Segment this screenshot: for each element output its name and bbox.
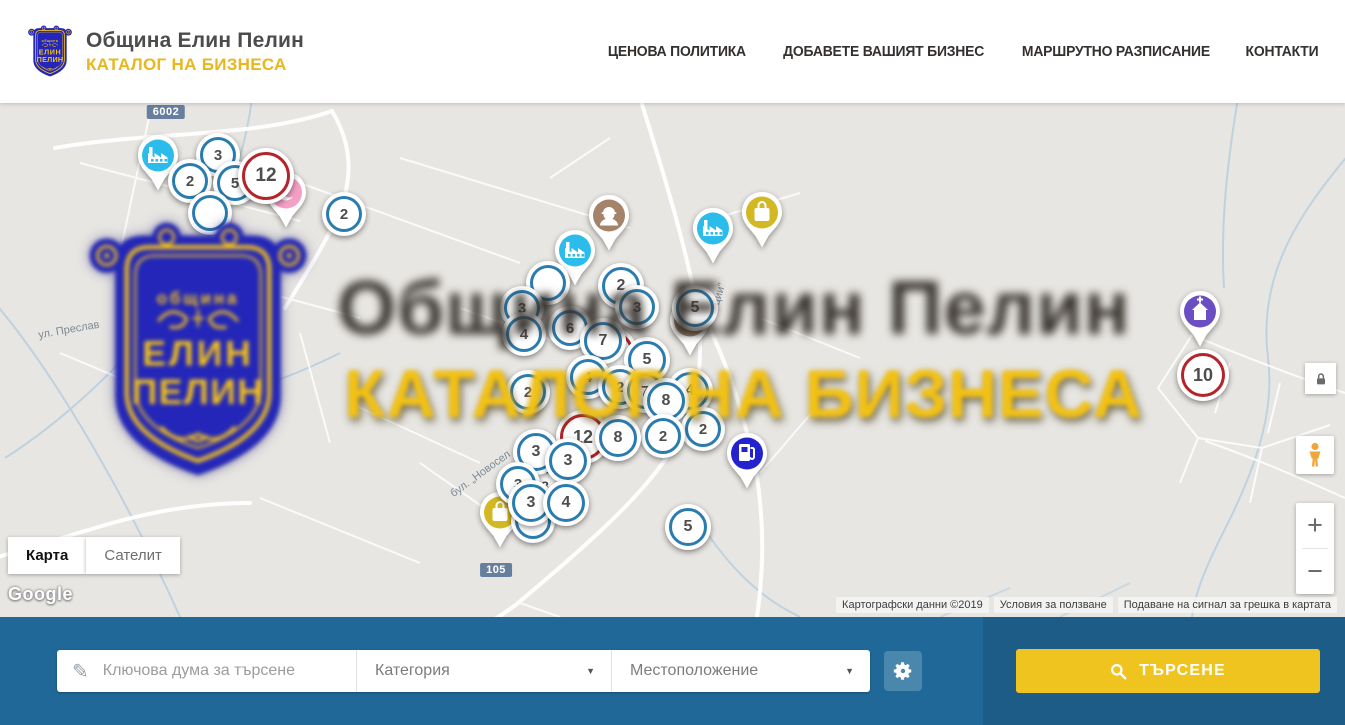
zoom-in-button[interactable]: +: [1296, 503, 1334, 548]
main-nav: ЦЕНОВА ПОЛИТИКА ДОБАВЕТЕ ВАШИЯТ БИЗНЕС МАР…: [605, 44, 1320, 60]
lock-icon: [1313, 371, 1329, 387]
search-fields: ✎ Категория ▼ Местоположение ▼: [57, 650, 870, 692]
keyword-input[interactable]: [101, 661, 345, 681]
category-select-label: Категория: [375, 662, 450, 680]
location-select[interactable]: Местоположение ▼: [612, 650, 870, 692]
nav-item[interactable]: ДОБАВЕТЕ ВАШИЯТ БИЗНЕС: [783, 44, 984, 60]
zoom-out-button[interactable]: −: [1296, 549, 1334, 594]
brand-text: Община Елин Пелин КАТАЛОГ НА БИЗНЕСА: [86, 29, 304, 75]
cluster-marker[interactable]: 4: [502, 312, 546, 356]
cluster-marker[interactable]: 5: [672, 285, 718, 331]
street-view-pegman[interactable]: [1296, 436, 1334, 474]
location-select-label: Местоположение: [630, 662, 758, 680]
nav-item[interactable]: ЦЕНОВА ПОЛИТИКА: [608, 44, 746, 60]
map-type-control: Карта Сателит: [8, 537, 180, 574]
cluster-marker[interactable]: 4: [543, 480, 589, 526]
map-attribution: Картографски данни ©2019 Условия за ползв…: [831, 597, 1337, 613]
attribution-link[interactable]: Подаване на сигнал за грешка в картата: [1118, 597, 1337, 613]
search-button-label: ТЪРСЕНЕ: [1139, 662, 1226, 680]
map-type-map-button[interactable]: Карта: [8, 537, 86, 574]
pin-fuel[interactable]: [724, 432, 770, 495]
svg-text:ПЕЛИН: ПЕЛИН: [37, 56, 64, 64]
pencil-icon: ✎: [72, 659, 89, 684]
gear-icon: [892, 660, 914, 682]
cluster-marker[interactable]: 2: [506, 370, 550, 414]
pin-church[interactable]: [1177, 290, 1223, 353]
keyword-section: ✎: [57, 650, 357, 692]
pegman-icon: [1304, 442, 1326, 468]
google-logo[interactable]: Google: [8, 584, 73, 605]
pin-factory[interactable]: [690, 207, 736, 270]
map-type-satellite-button[interactable]: Сателит: [86, 537, 180, 574]
site-subtitle: КАТАЛОГ НА БИЗНЕСА: [86, 55, 304, 75]
lock-button[interactable]: [1305, 363, 1336, 394]
road-number-badge: 105: [480, 563, 512, 577]
cluster-marker[interactable]: 12: [238, 148, 294, 204]
nav-item[interactable]: МАРШРУТНО РАЗПИСАНИЕ: [1022, 44, 1210, 60]
cluster-marker[interactable]: 8: [595, 415, 641, 461]
cluster-marker[interactable]: 10: [1177, 349, 1229, 401]
cluster-marker[interactable]: [188, 191, 232, 235]
svg-text:община: община: [42, 38, 59, 42]
attribution-link[interactable]: Условия за ползване: [994, 597, 1113, 613]
svg-text:ЕЛИН: ЕЛИН: [39, 48, 61, 56]
nav-item[interactable]: КОНТАКТИ: [1246, 44, 1319, 60]
cluster-marker[interactable]: 2: [322, 192, 366, 236]
cluster-marker[interactable]: 5: [665, 504, 711, 550]
search-icon: [1110, 663, 1127, 680]
chevron-down-icon: ▼: [845, 666, 854, 676]
map-canvas[interactable]: ул. Преславбул. „Новоселции" 6002105 325…: [0, 103, 1345, 617]
pin-bag[interactable]: [739, 191, 785, 254]
cluster-marker[interactable]: 3: [615, 285, 659, 329]
zoom-control: + −: [1296, 503, 1334, 594]
brand[interactable]: община ЕЛИНПЕЛИН Община Елин Пелин КАТАЛО…: [27, 24, 304, 80]
cluster-marker[interactable]: 2: [681, 407, 725, 451]
search-button[interactable]: ТЪРСЕНЕ: [1016, 649, 1320, 693]
search-panel: ✎ Категория ▼ Местоположение ▼ Т: [0, 617, 1345, 725]
attribution-text: Картографски данни ©2019: [836, 597, 989, 613]
advanced-settings-button[interactable]: [884, 651, 922, 691]
header: община ЕЛИНПЕЛИН Община Елин Пелин КАТАЛО…: [0, 0, 1345, 103]
road-number-badge: 6002: [147, 105, 185, 119]
cluster-marker[interactable]: 2: [641, 414, 685, 458]
chevron-down-icon: ▼: [586, 666, 595, 676]
category-select[interactable]: Категория ▼: [357, 650, 612, 692]
site-title: Община Елин Пелин: [86, 29, 304, 53]
municipality-logo: община ЕЛИНПЕЛИН: [27, 24, 73, 80]
cluster-marker[interactable]: 3: [545, 438, 591, 484]
page: община ЕЛИНПЕЛИН Община Елин Пелин КАТАЛО…: [0, 0, 1345, 725]
